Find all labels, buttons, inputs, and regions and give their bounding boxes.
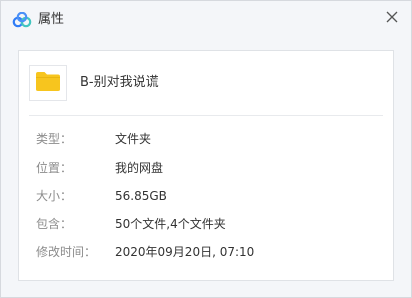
property-label: 大小：	[36, 189, 73, 203]
file-name: B-别对我说谎	[80, 75, 159, 90]
folder-icon	[35, 71, 61, 96]
close-button[interactable]	[381, 6, 403, 28]
properties-dialog: 属性 B-别对我说谎 类型： 文件夹 位置： 我的网盘 大小： 56.85GB …	[0, 0, 412, 298]
property-value: 我的网盘	[115, 161, 164, 175]
file-icon-frame	[29, 65, 67, 101]
close-icon	[386, 8, 398, 27]
property-value: 56.85GB	[115, 189, 167, 203]
title-bar: 属性	[1, 1, 411, 39]
divider	[29, 115, 383, 116]
window-title: 属性	[38, 12, 65, 27]
property-label: 包含：	[36, 217, 73, 231]
property-value: 2020年09月20日, 07:10	[115, 245, 255, 259]
property-label: 位置：	[36, 161, 73, 175]
property-label: 类型：	[36, 132, 73, 146]
baidu-netdisk-logo-icon	[12, 11, 32, 28]
property-value: 文件夹	[115, 132, 152, 146]
property-value: 50个文件,4个文件夹	[115, 217, 226, 231]
property-label: 修改时间：	[36, 245, 97, 259]
properties-panel: B-别对我说谎 类型： 文件夹 位置： 我的网盘 大小： 56.85GB 包含：…	[18, 50, 394, 281]
